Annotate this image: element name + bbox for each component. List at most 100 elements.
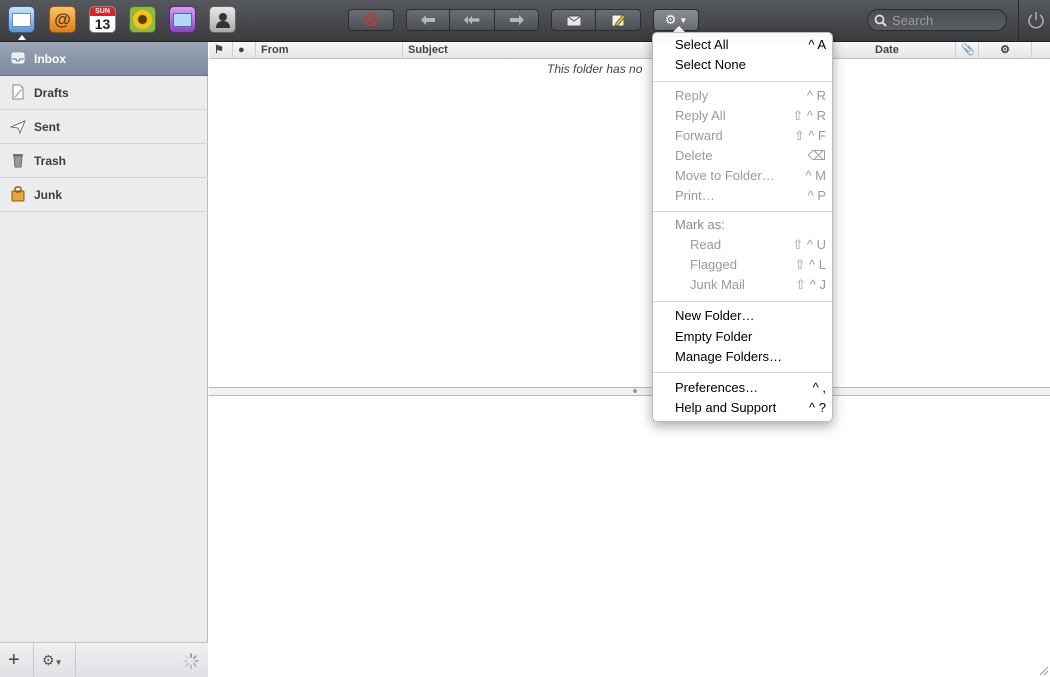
menu-item-shortcut: ⇧ ^ R — [792, 108, 826, 123]
mail-app-icon[interactable] — [8, 6, 35, 33]
menu-item-select-none[interactable]: Select None — [653, 55, 832, 75]
reply-all-button[interactable] — [449, 9, 495, 31]
menu-item-empty-folder[interactable]: Empty Folder — [653, 327, 832, 347]
menu-item-shortcut: ^ M — [805, 168, 826, 183]
search-input[interactable] — [892, 12, 1002, 28]
menu-item-manage-folders[interactable]: Manage Folders… — [653, 347, 832, 367]
compose-button[interactable] — [595, 9, 641, 31]
column-flag[interactable]: ⚑ — [209, 42, 233, 59]
flag-icon: ⚑ — [214, 44, 224, 56]
junk-icon — [11, 186, 25, 202]
sidebar-footer: + ⚙▼ — [0, 642, 208, 677]
menu-item-label: Reply — [675, 88, 709, 103]
files-app-icon[interactable] — [169, 6, 196, 33]
active-app-indicator — [18, 35, 26, 40]
menu-item-mark-read: Read ⇧ ^ U — [653, 235, 832, 255]
column-from[interactable]: From — [256, 42, 403, 59]
menu-item-shortcut: ⇧ ^ L — [794, 257, 826, 272]
loading-spinner-icon — [183, 653, 199, 669]
folder-junk[interactable]: Junk — [0, 178, 208, 212]
mail-sidebar: Inbox Drafts Sent Trash Junk + ⚙▼ — [0, 42, 208, 677]
menu-item-new-folder[interactable]: New Folder… — [653, 306, 832, 326]
inbox-icon — [11, 52, 25, 64]
chevron-down-icon: ▼ — [679, 15, 688, 25]
folder-trash[interactable]: Trash — [0, 144, 208, 178]
menu-item-label: Junk Mail — [690, 277, 745, 292]
column-date[interactable]: Date — [870, 42, 956, 59]
folder-label: Drafts — [34, 85, 69, 100]
menu-item-reply-all: Reply All ⇧ ^ R — [653, 106, 832, 126]
menu-item-label: Forward — [675, 128, 723, 143]
add-folder-button[interactable]: + — [8, 650, 20, 670]
divider-grip[interactable] — [633, 389, 637, 393]
menu-item-forward: Forward ⇧ ^ F — [653, 126, 832, 146]
menu-item-label: Mark as: — [675, 217, 725, 232]
menu-item-label: Select All — [675, 37, 729, 52]
folder-sent[interactable]: Sent — [0, 110, 208, 144]
menu-item-shortcut: ⇧ ^ F — [793, 128, 826, 143]
column-subject[interactable]: Subject — [403, 42, 653, 59]
reply-button[interactable] — [406, 9, 450, 31]
menu-heading-mark-as: Mark as: — [653, 215, 832, 235]
resize-grip-icon[interactable] — [1038, 665, 1048, 675]
address-book-app-icon[interactable] — [209, 6, 236, 33]
menu-item-label: Delete — [675, 148, 713, 163]
calendar-app-icon[interactable]: SUN 13 — [89, 6, 116, 33]
menu-separator — [653, 81, 832, 82]
empty-folder-message: This folder has no — [547, 62, 643, 76]
calendar-date: 13 — [94, 16, 111, 32]
column-attachment[interactable]: 📎 — [956, 42, 979, 59]
menu-item-label: Empty Folder — [675, 329, 753, 344]
folder-label: Sent — [34, 119, 61, 134]
menu-separator — [653, 211, 832, 212]
menu-item-shortcut: ⇧ ^ J — [795, 277, 826, 292]
photos-app-icon[interactable] — [129, 6, 156, 33]
chevron-down-icon: ▼ — [54, 658, 63, 667]
menu-separator — [653, 372, 832, 373]
envelope-icon — [566, 15, 581, 27]
forward-button[interactable] — [494, 9, 539, 31]
toolbar: @ SUN 13 ⚙ ▼ — [0, 0, 1050, 42]
menu-item-label: Move to Folder… — [675, 168, 775, 183]
reply-icon — [421, 15, 435, 25]
search-box[interactable] — [867, 9, 1007, 31]
compose-icon — [611, 14, 626, 27]
power-icon[interactable] — [1026, 10, 1046, 30]
menu-item-label: Help and Support — [675, 400, 777, 415]
folder-inbox[interactable]: Inbox — [0, 42, 208, 76]
sent-icon — [10, 120, 26, 134]
menu-item-preferences[interactable]: Preferences… ^ , — [653, 378, 832, 398]
menu-item-shortcut: ^ P — [807, 188, 826, 203]
drafts-icon — [12, 84, 24, 100]
reply-all-icon — [463, 15, 480, 25]
get-mail-button[interactable] — [551, 9, 596, 31]
gear-icon: ⚙ — [42, 652, 55, 668]
menu-item-help-and-support[interactable]: Help and Support ^ ? — [653, 398, 832, 418]
preview-pane-divider[interactable] — [209, 387, 1050, 396]
footer-divider — [33, 643, 34, 677]
delete-key-icon: ⌫ — [807, 148, 826, 163]
search-icon — [874, 14, 887, 27]
menu-item-print: Print… ^ P — [653, 186, 832, 206]
menu-item-label: New Folder… — [675, 308, 755, 323]
folder-drafts[interactable]: Drafts — [0, 76, 208, 110]
person-icon — [215, 12, 230, 28]
contacts-app-icon[interactable]: @ — [49, 6, 76, 33]
menu-item-label: Reply All — [675, 108, 726, 123]
message-list-header: ⚑ ● From Subject Date 📎 ⚙ — [209, 42, 1050, 59]
column-options[interactable]: ⚙ — [979, 42, 1032, 59]
menu-item-label: Select None — [675, 57, 746, 72]
menu-item-label: Print… — [675, 188, 715, 203]
calendar-day: SUN — [90, 7, 115, 16]
forward-icon — [509, 15, 524, 25]
menu-item-reply: Reply ^ R — [653, 86, 832, 106]
menu-item-mark-junk: Junk Mail ⇧ ^ J — [653, 275, 832, 295]
column-unread[interactable]: ● — [233, 42, 256, 59]
menu-item-delete: Delete ⌫ — [653, 146, 832, 166]
toolbar-divider — [1018, 0, 1019, 42]
menu-item-select-all[interactable]: Select All ^ A — [653, 35, 832, 55]
stop-button[interactable] — [348, 9, 394, 31]
menu-item-shortcut: ^ , — [812, 380, 826, 395]
folder-actions-button[interactable]: ⚙▼ — [42, 652, 62, 669]
paperclip-icon: 📎 — [961, 44, 975, 56]
